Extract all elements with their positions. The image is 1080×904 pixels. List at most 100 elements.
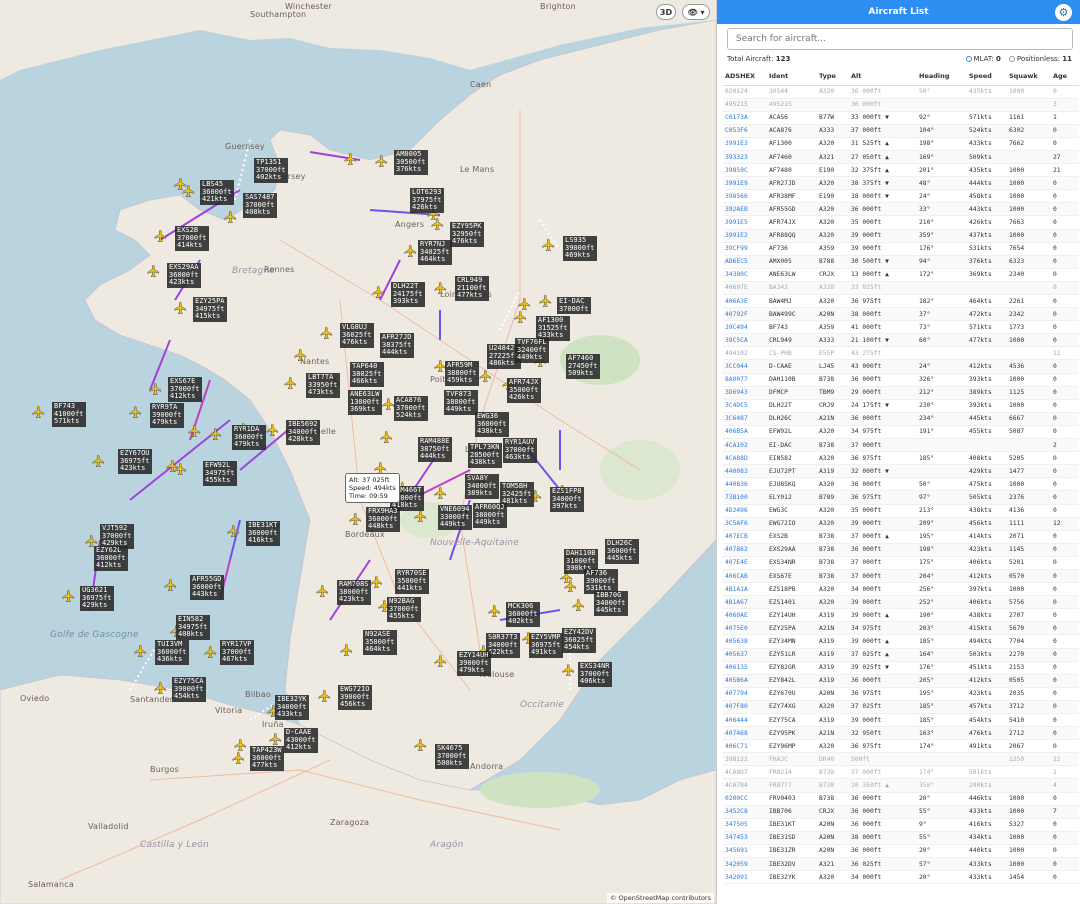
aircraft-map-label[interactable]: EXS67E 37000ft 412kts — [168, 377, 202, 402]
aircraft-map-label[interactable]: SVA8Y 34000ft 389kts — [465, 474, 499, 499]
column-header[interactable]: Speed — [967, 68, 1007, 86]
column-header[interactable]: Heading — [917, 68, 967, 86]
3d-toggle-button[interactable]: 3D — [656, 4, 676, 20]
aircraft-row[interactable]: 8A0077 DAH110B B738 36 000ft 326° 393kts 1000 0 — [723, 373, 1079, 387]
airplane-icon[interactable] — [413, 737, 427, 752]
aircraft-row[interactable]: 40792F BAW499C A20N 38 000ft 37° 472kts 2342 0 — [723, 307, 1079, 322]
aircraft-row[interactable]: 0200CC FRV0403 B738 36 000ft 20° 446kts 1000 0 — [723, 792, 1079, 806]
aircraft-search-input[interactable] — [727, 28, 1073, 50]
airplane-icon[interactable] — [433, 280, 447, 295]
column-header[interactable]: Type — [817, 68, 849, 86]
aircraft-map-label[interactable]: RYR9TA 39000ft 479kts — [150, 403, 184, 428]
airplane-icon[interactable] — [571, 597, 585, 612]
column-header[interactable]: Squawk — [1007, 68, 1051, 86]
aircraft-map-label[interactable]: EXS2B 37000ft 414kts — [175, 226, 209, 251]
airplane-icon[interactable] — [265, 422, 279, 437]
aircraft-row[interactable]: 39C494 BF743 A359 41 000ft 73° 571kts 1773 0 — [723, 320, 1079, 335]
column-header[interactable]: Alt — [849, 68, 917, 86]
aircraft-row[interactable]: 4CA102 EI-DAC B738 37 000ft 2 — [723, 438, 1079, 453]
airplane-icon[interactable] — [339, 642, 353, 657]
airplane-icon[interactable] — [538, 293, 552, 308]
aircraft-row[interactable]: 34380C ANE63LW CRJX 13 000ft ▲ 172° 369kts 234… — [723, 268, 1079, 282]
aircraft-map-label[interactable]: AFR59M 38800ft 459kts — [445, 361, 479, 386]
airplane-icon[interactable] — [315, 583, 329, 598]
column-header[interactable]: Ident — [767, 68, 817, 86]
aircraft-row[interactable]: 405638 EZY34MN A319 39 000ft ▲ 185° 494kts 770… — [723, 634, 1079, 649]
airplane-icon[interactable] — [146, 263, 160, 278]
column-header[interactable]: Age — [1051, 68, 1079, 86]
airplane-icon[interactable] — [487, 603, 501, 618]
aircraft-map-label[interactable]: EZY25PA 34975ft 415kts — [193, 297, 227, 322]
aircraft-row[interactable]: 3D6943 DFMCP TBM9 29 000ft 212° 389kts 1125 0 — [723, 386, 1079, 400]
aircraft-map-label[interactable]: CRL949 21100ft 477kts — [455, 276, 489, 301]
aircraft-map-label[interactable]: RYR17VP 37000ft 467kts — [220, 640, 254, 665]
aircraft-map-label[interactable]: MCK306 36000ft 402kts — [506, 602, 540, 627]
aircraft-map-label[interactable]: EZY14UH 39000ft 479kts — [457, 651, 491, 676]
aircraft-map-label[interactable]: ANE63LW 13000ft 369kts — [348, 390, 382, 415]
aircraft-map-label[interactable]: EZS1FP8 34000ft 397kts — [550, 487, 584, 512]
aircraft-row[interactable]: 4B1A1A EZS18PB A320 34 000ft 256° 397kts 1000 0 — [723, 582, 1079, 597]
airplane-icon[interactable] — [203, 644, 217, 659]
aircraft-map-label[interactable]: EZY5VMP 36975ft 491kts — [529, 633, 563, 658]
aircraft-row[interactable]: 3452C8 IBB706 CRJX 36 000ft 55° 433kts 1000 7 — [723, 805, 1079, 819]
aircraft-map-label[interactable]: EIN582 34975ft 408kts — [176, 615, 210, 640]
aircraft-row[interactable]: 407E4E EXS34NR B738 37 000ft 175° 406kts 5201 0 — [723, 556, 1079, 570]
aircraft-row[interactable]: 393323 AF7460 A321 27 050ft ▲ 169° 509kts 27 — [723, 150, 1079, 165]
airplane-icon[interactable] — [433, 653, 447, 668]
airplane-icon[interactable] — [478, 368, 492, 383]
airplane-icon[interactable] — [128, 404, 142, 419]
aircraft-row[interactable]: 020124 30544 A320 36 000ft 50° 435kts 1000 0 — [723, 85, 1079, 99]
airplane-icon[interactable] — [513, 309, 527, 324]
aircraft-map-label[interactable]: TUI3VM 36000ft 436kts — [155, 640, 189, 665]
aircraft-map-label[interactable]: VJT592 37000ft 429kts — [100, 524, 134, 549]
aircraft-map-label[interactable]: RYR70SE 35000ft 441kts — [395, 569, 429, 594]
aircraft-map-label[interactable]: TPL73KN 28500ft 438kts — [468, 443, 502, 468]
aircraft-row[interactable]: 342091 IBE32YK A320 34 000ft 20° 433kts 1454 0 — [723, 870, 1079, 885]
aircraft-row[interactable]: 4060AE EZY14UH A319 39 000ft ▲ 190° 438kts 270… — [723, 608, 1079, 623]
aircraft-map-label[interactable]: N92BAG 37000ft 455kts — [387, 597, 421, 622]
aircraft-row[interactable]: 39CF99 AF736 A359 39 000ft 176° 531kts 7654 0 — [723, 242, 1079, 256]
airplane-icon[interactable] — [283, 375, 297, 390]
aircraft-row[interactable]: 407F80 EZY74XG A320 37 025ft 185° 457kts 3712 0 — [723, 700, 1079, 715]
airplane-icon[interactable] — [133, 643, 147, 658]
aircraft-map-label[interactable]: TAP423W 36000ft 477kts — [250, 746, 284, 771]
aircraft-row[interactable]: 3991E2 AFR88QQ A320 39 000ft 359° 437kts 1000 0 — [723, 229, 1079, 243]
airplane-icon[interactable] — [373, 460, 387, 475]
aircraft-row[interactable]: 406135 EZY82GR A319 39 025ft ▼ 176° 451kts 215… — [723, 661, 1079, 675]
aircraft-row[interactable]: 345691 IBE31ZR A20N 36 000ft 20° 440kts 1000 0 — [723, 844, 1079, 859]
aircraft-row[interactable]: 3991E9 AFR27JD A320 38 375ft ▼ 48° 444kts 1000… — [723, 176, 1079, 191]
aircraft-row[interactable]: 342059 IBE32DV A321 36 025ft 57° 433kts 1000 0 — [723, 857, 1079, 872]
aircraft-map-label[interactable]: TP1351 37000ft 402kts — [254, 158, 288, 183]
aircraft-row[interactable]: 39859C AF7480 E190 32 375ft ▲ 201° 435kts 1000… — [723, 163, 1079, 178]
aircraft-map-label[interactable]: LOT6293 37975ft 426kts — [410, 188, 444, 213]
aircraft-row[interactable]: 440836 EJU85KQ A320 36 000ft 50° 475kts 1000 0 — [723, 477, 1079, 492]
airplane-icon[interactable] — [173, 461, 187, 476]
aircraft-row[interactable]: 4075E0 EZY25PA A21N 34 975ft 203° 415kts 5670 0 — [723, 621, 1079, 636]
aircraft-map-label[interactable]: EZY95PK 32950ft 476kts — [450, 222, 484, 247]
aircraft-map-label[interactable]: DLH26C 36000ft 445kts — [605, 539, 639, 564]
aircraft-map-label[interactable]: EWG72IO 39000ft 456kts — [338, 685, 372, 710]
airplane-icon[interactable] — [268, 731, 282, 746]
airplane-icon[interactable] — [343, 151, 357, 166]
gear-icon[interactable]: ⚙ — [1055, 4, 1072, 21]
airplane-icon[interactable] — [433, 485, 447, 500]
airplane-icon[interactable] — [233, 737, 247, 752]
aircraft-map-label[interactable]: EXS34NR 37000ft 406kts — [578, 662, 612, 687]
aircraft-row[interactable]: 406CAB EXS67E B738 37 000ft 204° 412kts 0570 0 — [723, 569, 1079, 584]
airplane-icon[interactable] — [208, 426, 222, 441]
aircraft-row[interactable]: 406444 EZY75CA A319 39 000ft 185° 454kts 5410 0 — [723, 713, 1079, 728]
aircraft-row[interactable]: 3CC044 D-CAAE LJ45 43 000ft 24° 412kts 4536 0 — [723, 359, 1079, 374]
aircraft-row[interactable]: 398122 FHAJC DR40 500ft 1250 22 — [723, 752, 1079, 767]
aircraft-row[interactable]: AD6EC5 AMX005 B788 30 500ft ▼ 94° 376kts 6323 0 — [723, 255, 1079, 269]
airplane-icon[interactable] — [371, 284, 385, 299]
aircraft-map-label[interactable]: DLH22T 24175ft 393kts — [391, 282, 425, 307]
aircraft-row[interactable]: C053F6 ACA876 A333 37 000ft 104° 524kts 6302 0 — [723, 124, 1079, 138]
aircraft-map-label[interactable]: RYR7NJ 34025ft 464kts — [418, 240, 452, 265]
visibility-menu-button[interactable]: 👁 ▾ — [682, 4, 710, 20]
aircraft-row[interactable]: 3C6487 DLH26C A21N 36 000ft 234° 445kts 6667 0 — [723, 412, 1079, 426]
aircraft-row[interactable]: 3C4DC5 DLH22T CRJ9 24 175ft ▼ 230° 393kts 1000… — [723, 399, 1079, 413]
aircraft-map-label[interactable]: AFR74JX 35000ft 426kts — [507, 378, 541, 403]
aircraft-map-label[interactable]: BF743 41000ft 571kts — [52, 402, 86, 427]
aircraft-row[interactable]: 392AEB AFR55GD A320 36 000ft 33° 443kts 1000 0 — [723, 202, 1079, 217]
aircraft-map-label[interactable]: AM0005 30500ft 376kts — [394, 150, 428, 175]
